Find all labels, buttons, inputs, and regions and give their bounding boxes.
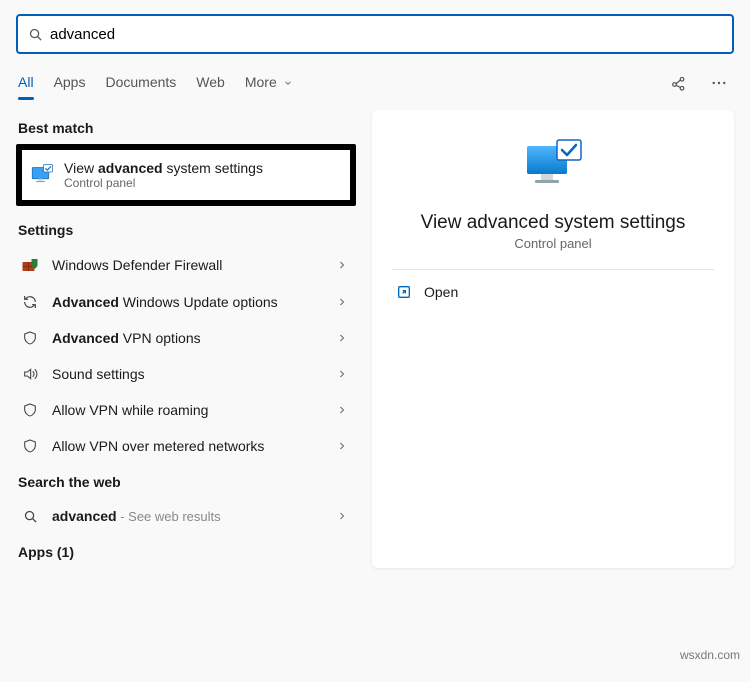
best-match-subtitle: Control panel	[64, 176, 263, 190]
watermark: wsxdn.com	[680, 648, 740, 662]
open-action[interactable]: Open	[372, 270, 734, 314]
item-label: Sound settings	[52, 366, 324, 382]
tab-apps[interactable]: Apps	[54, 66, 86, 100]
tab-documents[interactable]: Documents	[105, 66, 176, 100]
search-icon	[20, 509, 40, 524]
search-input[interactable]	[44, 26, 724, 43]
results-left: Best match View advanced system settings…	[16, 110, 356, 568]
tab-more[interactable]: More	[245, 66, 293, 100]
tab-all[interactable]: All	[18, 66, 34, 100]
item-label: Allow VPN over metered networks	[52, 438, 324, 454]
sound-icon	[20, 366, 40, 382]
sync-icon	[20, 294, 40, 310]
item-label: Advanced Windows Update options	[52, 294, 324, 310]
firewall-icon	[20, 256, 40, 274]
monitor-icon	[30, 163, 54, 187]
item-label: Allow VPN while roaming	[52, 402, 324, 418]
section-search-web: Search the web	[16, 464, 356, 498]
preview-subtitle: Control panel	[372, 236, 734, 269]
item-label: advanced - See web results	[52, 508, 324, 524]
shield-icon	[20, 402, 40, 418]
preview-title: View advanced system settings	[372, 208, 734, 236]
section-settings: Settings	[16, 212, 356, 246]
best-match-item[interactable]: View advanced system settings Control pa…	[16, 144, 356, 206]
share-icon[interactable]	[666, 70, 692, 96]
chevron-right-icon	[336, 332, 348, 344]
search-icon	[26, 27, 44, 42]
chevron-right-icon	[336, 510, 348, 522]
chevron-right-icon	[336, 296, 348, 308]
web-result-item[interactable]: advanced - See web results	[16, 498, 356, 534]
preview-pane: View advanced system settings Control pa…	[372, 110, 734, 568]
shield-icon	[20, 438, 40, 454]
settings-item-vpn-metered[interactable]: Allow VPN over metered networks	[16, 428, 356, 464]
open-icon	[396, 284, 412, 300]
item-label: Advanced VPN options	[52, 330, 324, 346]
settings-item-sound[interactable]: Sound settings	[16, 356, 356, 392]
best-match-title: View advanced system settings	[64, 160, 263, 176]
chevron-right-icon	[336, 440, 348, 452]
shield-icon	[20, 330, 40, 346]
settings-item-windows-update[interactable]: Advanced Windows Update options	[16, 284, 356, 320]
tab-web[interactable]: Web	[196, 66, 225, 100]
section-best-match: Best match	[16, 110, 356, 144]
preview-icon	[372, 130, 734, 208]
chevron-right-icon	[336, 368, 348, 380]
open-label: Open	[424, 284, 458, 300]
tabs-row: All Apps Documents Web More	[0, 60, 750, 100]
settings-item-vpn-options[interactable]: Advanced VPN options	[16, 320, 356, 356]
chevron-right-icon	[336, 259, 348, 271]
settings-item-vpn-roaming[interactable]: Allow VPN while roaming	[16, 392, 356, 428]
settings-item-firewall[interactable]: Windows Defender Firewall	[16, 246, 356, 284]
item-label: Windows Defender Firewall	[52, 257, 324, 273]
chevron-right-icon	[336, 404, 348, 416]
section-apps: Apps (1)	[16, 534, 356, 568]
more-icon[interactable]	[706, 70, 732, 96]
search-bar[interactable]	[16, 14, 734, 54]
